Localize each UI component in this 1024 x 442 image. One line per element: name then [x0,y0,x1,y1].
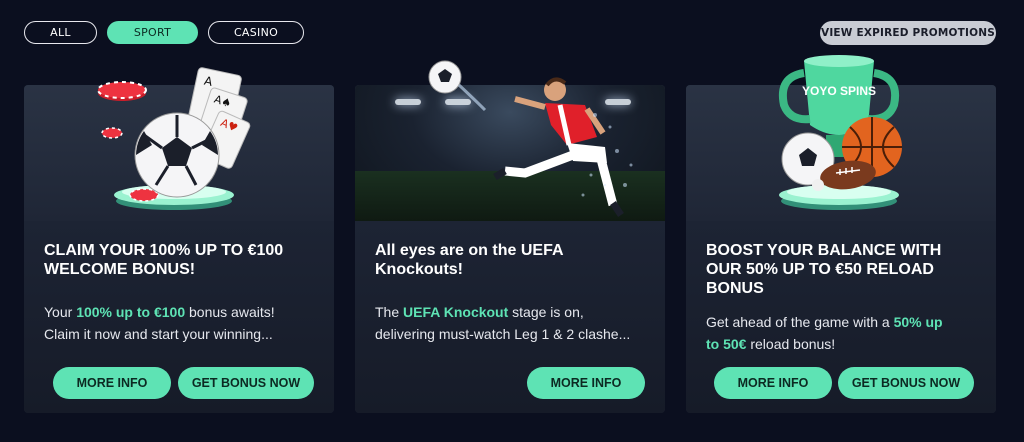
promo-card-title: All eyes are on the UEFA Knockouts! [375,242,564,278]
svg-text:YOYO SPINS: YOYO SPINS [802,84,876,98]
promo-card-description: Your 100% up to €100 bonus awaits! Claim… [44,304,275,342]
promo-card-uefa-knockouts: All eyes are on the UEFA Knockouts! The … [355,60,665,413]
football-player-icon [428,60,633,217]
filter-all-button[interactable]: ALL [24,21,97,44]
get-bonus-now-button[interactable]: GET BONUS NOW [178,367,314,399]
promo-card-description: Get ahead of the game with a 50% up to 5… [706,314,943,352]
promo-card-title: CLAIM YOUR 100% UP TO €100 WELCOME BONUS… [44,242,284,278]
promo-card-description: The UEFA Knockout stage is on, deliverin… [375,304,631,342]
soccer-ball-cards-chips-icon: A ♣ A♠ A♥ [97,67,251,210]
more-info-button[interactable]: MORE INFO [714,367,832,399]
promo-card-image [355,60,665,221]
more-info-button[interactable]: MORE INFO [53,367,171,399]
promo-filter-bar: ALL SPORT CASINO [24,21,304,44]
promo-card-reload-bonus: YOYO SPINS BOOST YOUR BALANCE WITH OUR 5… [686,55,996,413]
get-bonus-now-button[interactable]: GET BONUS NOW [838,367,974,399]
filter-sport-button[interactable]: SPORT [107,21,198,44]
promo-card-title: BOOST YOUR BALANCE WITH OUR 50% UP TO €5… [706,242,942,297]
view-expired-promotions-button[interactable]: VIEW EXPIRED PROMOTIONS [820,21,996,45]
promo-card-welcome-bonus: A ♣ A♠ A♥ CLAIM YOUR 100 [24,67,334,413]
promo-card-image: YOYO SPINS [686,55,996,221]
more-info-button[interactable]: MORE INFO [527,367,645,399]
trophy-with-balls-icon: YOYO SPINS [779,55,902,210]
promo-card-image: A ♣ A♠ A♥ [24,67,334,221]
filter-casino-button[interactable]: CASINO [208,21,304,44]
